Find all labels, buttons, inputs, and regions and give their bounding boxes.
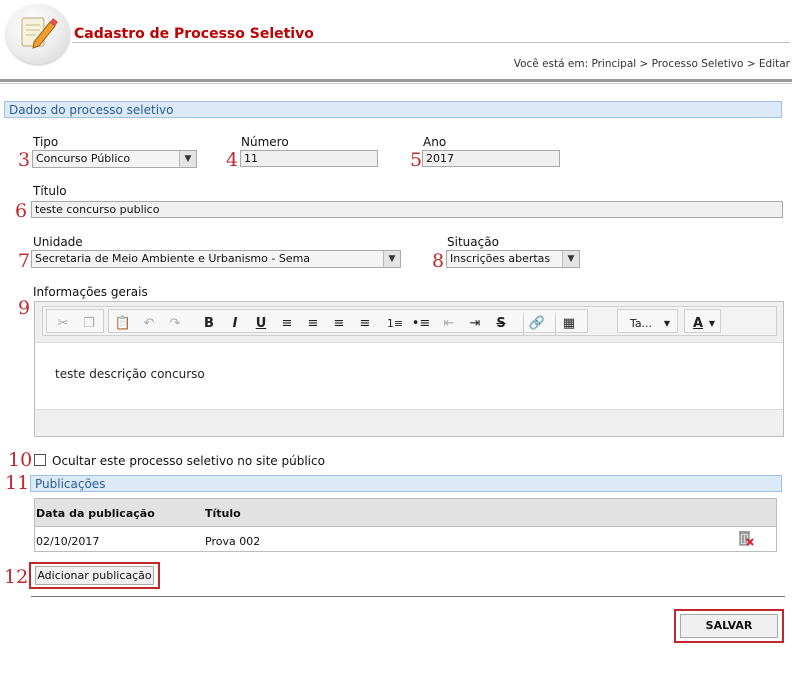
ordered-list-icon[interactable]: 1≡	[385, 313, 405, 335]
delete-trash-icon[interactable]	[737, 529, 755, 547]
annotation-12: 12	[4, 566, 29, 588]
align-center-icon[interactable]: ≡	[303, 313, 323, 335]
bold-icon[interactable]: B	[199, 313, 219, 335]
chevron-down-icon: ▼	[383, 251, 400, 267]
annotation-10: 10	[8, 449, 33, 471]
toolbar-group-format: 📋 ↶ ↷ B I U ≡ ≡ ≡ ≡ 1≡ •≡ ⇤ ⇥ S 🔗 ▦	[108, 309, 588, 335]
editor-toolbar: ✂ ❐ 📋 ↶ ↷ B I U ≡ ≡ ≡ ≡ 1≡ •≡ ⇤ ⇥ S 🔗 ▦ …	[42, 306, 777, 336]
paste-icon[interactable]: 📋	[113, 313, 133, 335]
annotation-7: 7	[18, 250, 31, 272]
footer-divider	[31, 596, 785, 597]
informacoes-label: Informações gerais	[33, 285, 148, 299]
edit-pencil-icon	[21, 17, 58, 49]
ocultar-label: Ocultar este processo seletivo no site p…	[52, 454, 325, 468]
editor-content-area[interactable]: teste descrição concurso	[35, 342, 783, 410]
header-separator	[0, 79, 792, 82]
column-header-titulo: Título	[205, 507, 241, 520]
redo-icon[interactable]: ↷	[165, 313, 185, 335]
annotation-4: 4	[226, 149, 239, 171]
bullet-list-icon[interactable]: •≡	[411, 313, 431, 335]
outdent-icon[interactable]: ⇤	[439, 313, 459, 335]
annotation-8: 8	[432, 250, 445, 272]
indent-icon[interactable]: ⇥	[465, 313, 485, 335]
unidade-select[interactable]: Secretaria de Meio Ambiente e Urbanismo …	[31, 250, 401, 268]
chevron-down-icon: ▼	[179, 151, 196, 167]
undo-icon[interactable]: ↶	[139, 313, 159, 335]
tipo-select[interactable]: Concurso Público ▼	[32, 150, 197, 168]
title-divider	[72, 42, 790, 43]
save-button[interactable]: SALVAR	[680, 614, 778, 638]
titulo-label: Título	[33, 184, 67, 198]
table-icon[interactable]: ▦	[555, 313, 582, 335]
align-justify-icon[interactable]: ≡	[355, 313, 375, 335]
column-header-data: Data da publicação	[36, 507, 155, 520]
align-right-icon[interactable]: ≡	[329, 313, 349, 335]
numero-label: Número	[241, 135, 289, 149]
titulo-input[interactable]: teste concurso publico	[31, 201, 783, 218]
caret-down-icon: ▼	[663, 319, 671, 328]
font-size-label: Ta...	[629, 317, 653, 330]
tipo-label: Tipo	[33, 135, 59, 149]
annotation-11: 11	[5, 472, 30, 494]
align-left-icon[interactable]: ≡	[277, 313, 297, 335]
link-icon[interactable]: 🔗	[523, 313, 550, 335]
underline-icon[interactable]: U	[251, 313, 271, 335]
section-dados: Dados do processo seletivo	[4, 101, 782, 118]
chevron-down-icon: ▼	[562, 251, 579, 267]
table-header: Data da publicação Título	[35, 499, 776, 527]
annotation-9: 9	[18, 297, 31, 319]
ano-label: Ano	[423, 135, 447, 149]
font-color-dropdown[interactable]: A ▼	[684, 309, 721, 333]
app-logo	[6, 4, 70, 64]
rich-text-editor: ✂ ❐ 📋 ↶ ↷ B I U ≡ ≡ ≡ ≡ 1≡ •≡ ⇤ ⇥ S 🔗 ▦ …	[34, 301, 784, 437]
tipo-value: Concurso Público	[36, 152, 131, 165]
cell-data: 02/10/2017	[36, 535, 100, 548]
section-publicacoes: Publicações	[30, 475, 782, 492]
copy-icon[interactable]: ❐	[79, 313, 99, 335]
ocultar-checkbox[interactable]	[34, 454, 46, 466]
cut-icon[interactable]: ✂	[53, 313, 73, 335]
publicacoes-table: Data da publicação Título 02/10/2017 Pro…	[34, 498, 777, 552]
annotation-6: 6	[15, 200, 28, 222]
cell-titulo: Prova 002	[205, 535, 261, 548]
editor-content: teste descrição concurso	[55, 367, 205, 381]
strikethrough-icon[interactable]: S	[491, 313, 511, 335]
situacao-select[interactable]: Inscrições abertas ▼	[446, 250, 580, 268]
italic-icon[interactable]: I	[225, 313, 245, 335]
numero-input[interactable]: 11	[240, 150, 378, 167]
unidade-label: Unidade	[33, 235, 83, 249]
situacao-label: Situação	[447, 235, 499, 249]
caret-down-icon: ▼	[708, 319, 716, 328]
header-separator-light	[0, 83, 792, 84]
toolbar-group-clipboard: ✂ ❐	[46, 309, 104, 333]
unidade-value: Secretaria de Meio Ambiente e Urbanismo …	[35, 252, 311, 265]
add-publicacao-button[interactable]: Adicionar publicação	[35, 566, 154, 585]
font-color-icon: A	[692, 316, 704, 331]
annotation-5: 5	[410, 149, 423, 171]
page-title: Cadastro de Processo Seletivo	[74, 26, 314, 42]
font-size-dropdown[interactable]: Ta... ▼	[617, 309, 678, 333]
situacao-value: Inscrições abertas	[450, 252, 551, 265]
breadcrumb: Você está em: Principal > Processo Selet…	[513, 58, 790, 70]
ano-input[interactable]: 2017	[422, 150, 560, 167]
annotation-3: 3	[18, 149, 31, 171]
